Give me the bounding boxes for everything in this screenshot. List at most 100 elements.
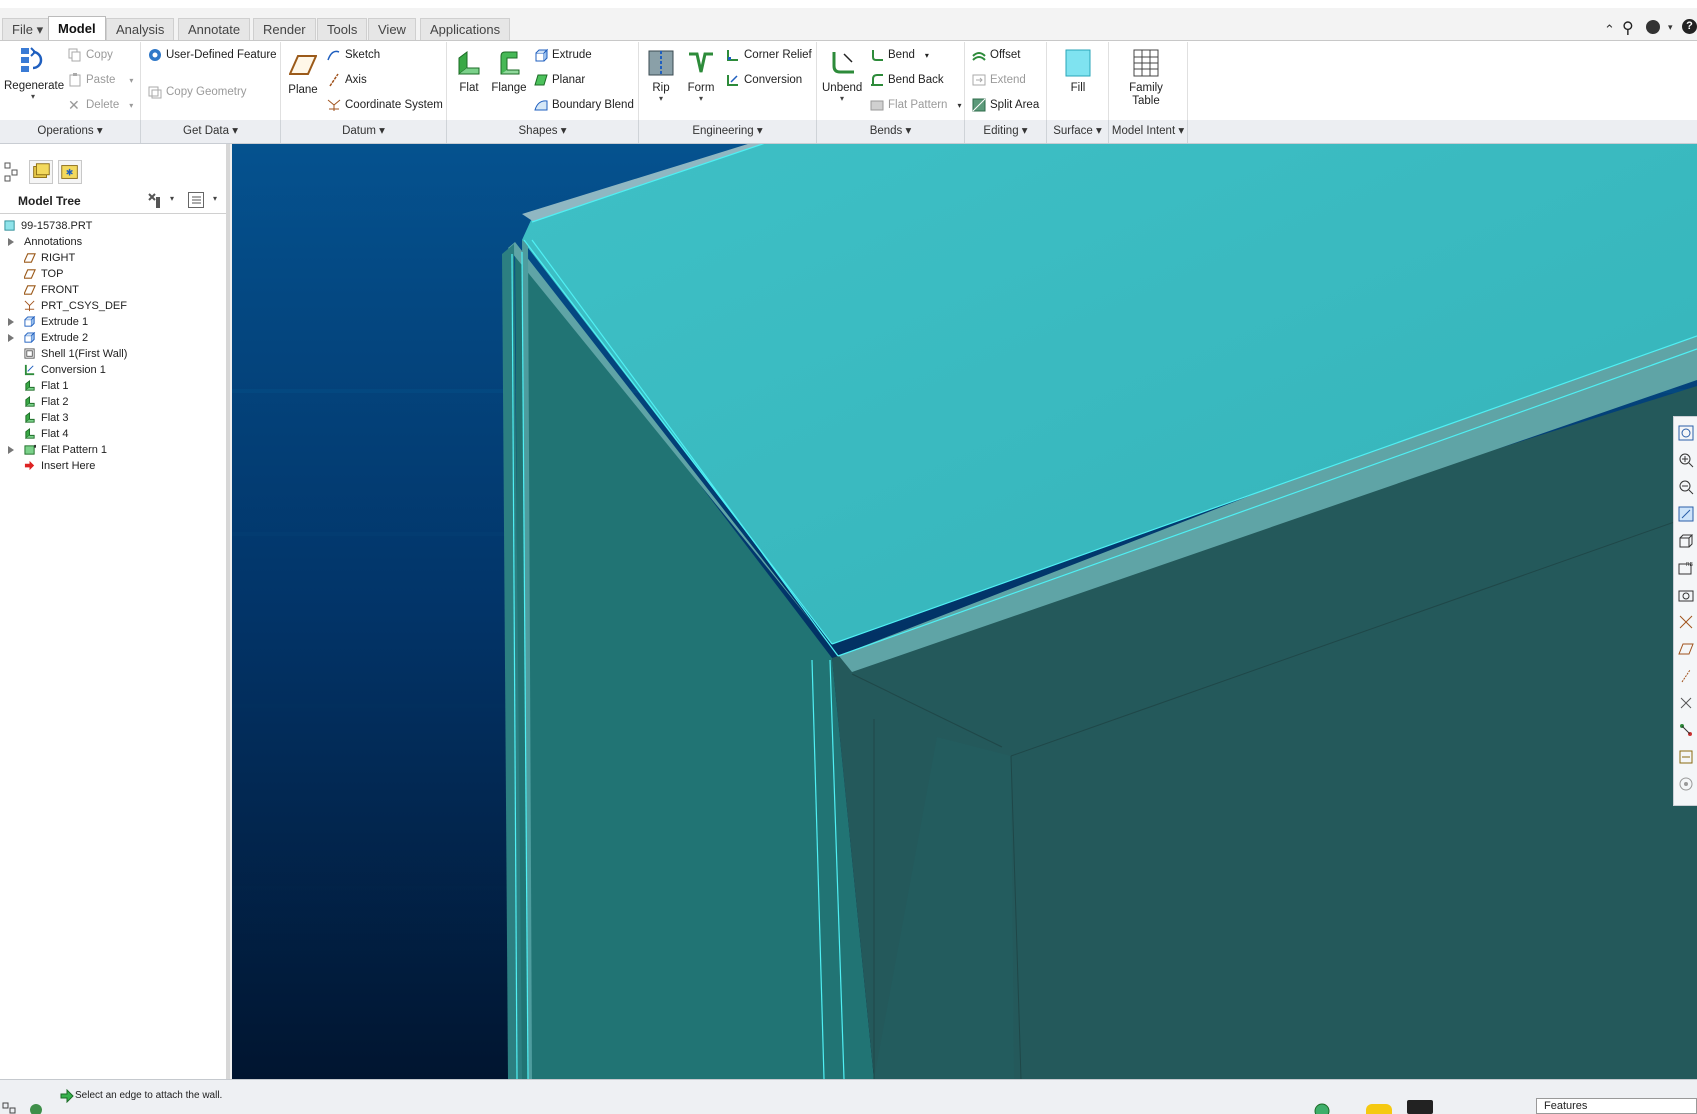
group-editing[interactable]: Editing ▾: [965, 120, 1047, 143]
regenerate-button[interactable]: Regenerate ▾: [4, 46, 64, 101]
flange-button[interactable]: Flange: [490, 48, 528, 94]
tree-header-divider: [0, 213, 226, 214]
offset-button[interactable]: Offset: [972, 48, 1020, 62]
extend-button[interactable]: Extend: [972, 73, 1026, 87]
group-get-data[interactable]: Get Data ▾: [141, 120, 281, 143]
tree-settings-dropdown-icon[interactable]: ▾: [170, 194, 174, 203]
rip-label: Rip: [652, 82, 670, 94]
tree-columns-icon[interactable]: [188, 192, 204, 208]
ribbon-separator: [446, 42, 447, 120]
group-model-intent[interactable]: Model Intent ▾: [1109, 120, 1188, 143]
coordinate-system-button[interactable]: Coordinate System: [327, 98, 443, 112]
expand-arrow-icon[interactable]: [8, 318, 14, 326]
paste-dropdown-icon[interactable]: ▾: [129, 76, 133, 85]
unbend-button[interactable]: Unbend ▾: [822, 48, 862, 103]
delete-label: Delete: [86, 99, 120, 111]
refit-icon[interactable]: [1678, 425, 1694, 441]
community-dropdown-icon[interactable]: ▾: [1668, 22, 1673, 33]
view-manager-icon[interactable]: [1678, 587, 1694, 603]
copy-geometry-button[interactable]: Copy Geometry: [148, 85, 247, 99]
conversion-button[interactable]: Conversion: [726, 73, 802, 87]
copy-button[interactable]: Copy: [68, 48, 113, 62]
user-defined-feature-button[interactable]: User-Defined Feature: [148, 48, 277, 62]
bend-back-button[interactable]: Bend Back: [870, 73, 944, 87]
tree-settings-icon[interactable]: [146, 191, 164, 209]
annotation-display-icon[interactable]: [1678, 749, 1694, 765]
family-table-button[interactable]: Family Table: [1124, 48, 1168, 108]
display-style-icon[interactable]: [1678, 533, 1694, 549]
zoom-out-icon[interactable]: [1678, 479, 1694, 495]
tab-view[interactable]: View: [368, 18, 416, 40]
expand-arrow-icon[interactable]: [8, 446, 14, 454]
group-datum[interactable]: Datum ▾: [281, 120, 447, 143]
corner-relief-button[interactable]: Corner Relief: [726, 48, 812, 62]
tab-render[interactable]: Render: [253, 18, 316, 40]
sketch-button[interactable]: Sketch: [327, 48, 380, 62]
group-surface[interactable]: Surface ▾: [1047, 120, 1109, 143]
group-model-intent-label: Model Intent: [1111, 125, 1176, 137]
spin-center-icon[interactable]: [1678, 776, 1694, 792]
delete-button[interactable]: ✕ Delete ▾: [68, 98, 133, 112]
selection-count-icon[interactable]: [1407, 1100, 1433, 1114]
minimize-ribbon-icon[interactable]: ⌃: [1604, 22, 1615, 38]
fill-button[interactable]: Fill: [1058, 48, 1098, 94]
delete-dropdown-icon[interactable]: ▾: [129, 101, 133, 110]
csys-display-icon[interactable]: [1678, 722, 1694, 738]
flat-pattern-button[interactable]: Flat Pattern ▾: [870, 98, 961, 112]
plane-button[interactable]: Plane: [286, 50, 320, 96]
flat-button[interactable]: Flat: [452, 48, 486, 94]
unbend-dropdown-icon[interactable]: ▾: [822, 94, 862, 103]
split-area-button[interactable]: Split Area: [972, 98, 1039, 112]
group-operations[interactable]: Operations ▾: [0, 120, 141, 143]
plane-display-icon[interactable]: [1678, 641, 1694, 657]
flat-pattern-dropdown-icon[interactable]: ▾: [957, 101, 961, 110]
extrude-button[interactable]: Extrude: [534, 48, 592, 62]
graphics-window[interactable]: [232, 144, 1697, 1079]
model-3d-view[interactable]: [232, 144, 1697, 1079]
group-engineering[interactable]: Engineering ▾: [639, 120, 817, 143]
udf-icon: [149, 49, 161, 61]
rip-button[interactable]: Rip ▾: [644, 48, 678, 103]
regeneration-status-icon[interactable]: [1313, 1102, 1331, 1114]
tab-tools[interactable]: Tools: [317, 18, 368, 40]
expand-arrow-icon[interactable]: [8, 334, 14, 342]
point-display-icon[interactable]: [1678, 695, 1694, 711]
group-shapes[interactable]: Shapes ▾: [447, 120, 639, 143]
community-icon[interactable]: [1646, 20, 1660, 34]
bend-button[interactable]: Bend ▾: [870, 48, 929, 62]
axis-display-icon[interactable]: [1678, 668, 1694, 684]
repaint-icon[interactable]: [1678, 506, 1694, 522]
ribbon-tab-bar: File ▾ Model Analysis Annotate Render To…: [0, 8, 1697, 42]
tab-annotate[interactable]: Annotate: [178, 18, 251, 40]
file-menu-label: File: [12, 22, 33, 37]
show-browser-icon[interactable]: [28, 1102, 46, 1114]
file-menu[interactable]: File ▾: [2, 18, 54, 40]
tab-analysis[interactable]: Analysis: [106, 18, 175, 40]
group-bends[interactable]: Bends ▾: [817, 120, 965, 143]
tree-columns-dropdown-icon[interactable]: ▾: [213, 194, 217, 203]
show-navigator-icon[interactable]: [2, 1102, 20, 1114]
rip-dropdown-icon[interactable]: ▾: [644, 94, 678, 103]
zoom-in-icon[interactable]: [1678, 452, 1694, 468]
selection-filter-dropdown[interactable]: Features: [1536, 1098, 1697, 1114]
regenerate-dropdown-icon[interactable]: ▾: [4, 92, 62, 101]
help-icon[interactable]: ?: [1682, 19, 1697, 34]
paste-button[interactable]: Paste ▾: [68, 73, 133, 87]
datum-display-icon[interactable]: [1678, 614, 1694, 630]
expand-arrow-icon[interactable]: [8, 238, 14, 246]
tree-item-label: Flat Pattern 1: [41, 444, 108, 456]
form-button[interactable]: Form ▾: [684, 48, 718, 103]
bend-dropdown-icon[interactable]: ▾: [925, 51, 929, 60]
form-dropdown-icon[interactable]: ▾: [684, 94, 718, 103]
boundary-blend-button[interactable]: Boundary Blend: [534, 98, 634, 112]
tab-model[interactable]: Model: [48, 16, 106, 42]
axis-button[interactable]: Axis: [327, 73, 367, 87]
model-tree-tab-icon[interactable]: [4, 162, 20, 182]
group-datum-label: Datum: [342, 125, 376, 137]
search-icon[interactable]: ⚲: [1622, 18, 1634, 38]
tab-applications[interactable]: Applications: [420, 18, 511, 40]
saved-orientations-icon[interactable]: RB: [1678, 560, 1694, 576]
folder-browser-tab[interactable]: [29, 160, 53, 184]
favorites-tab[interactable]: ✱: [58, 160, 82, 184]
planar-button[interactable]: Planar: [534, 73, 585, 87]
